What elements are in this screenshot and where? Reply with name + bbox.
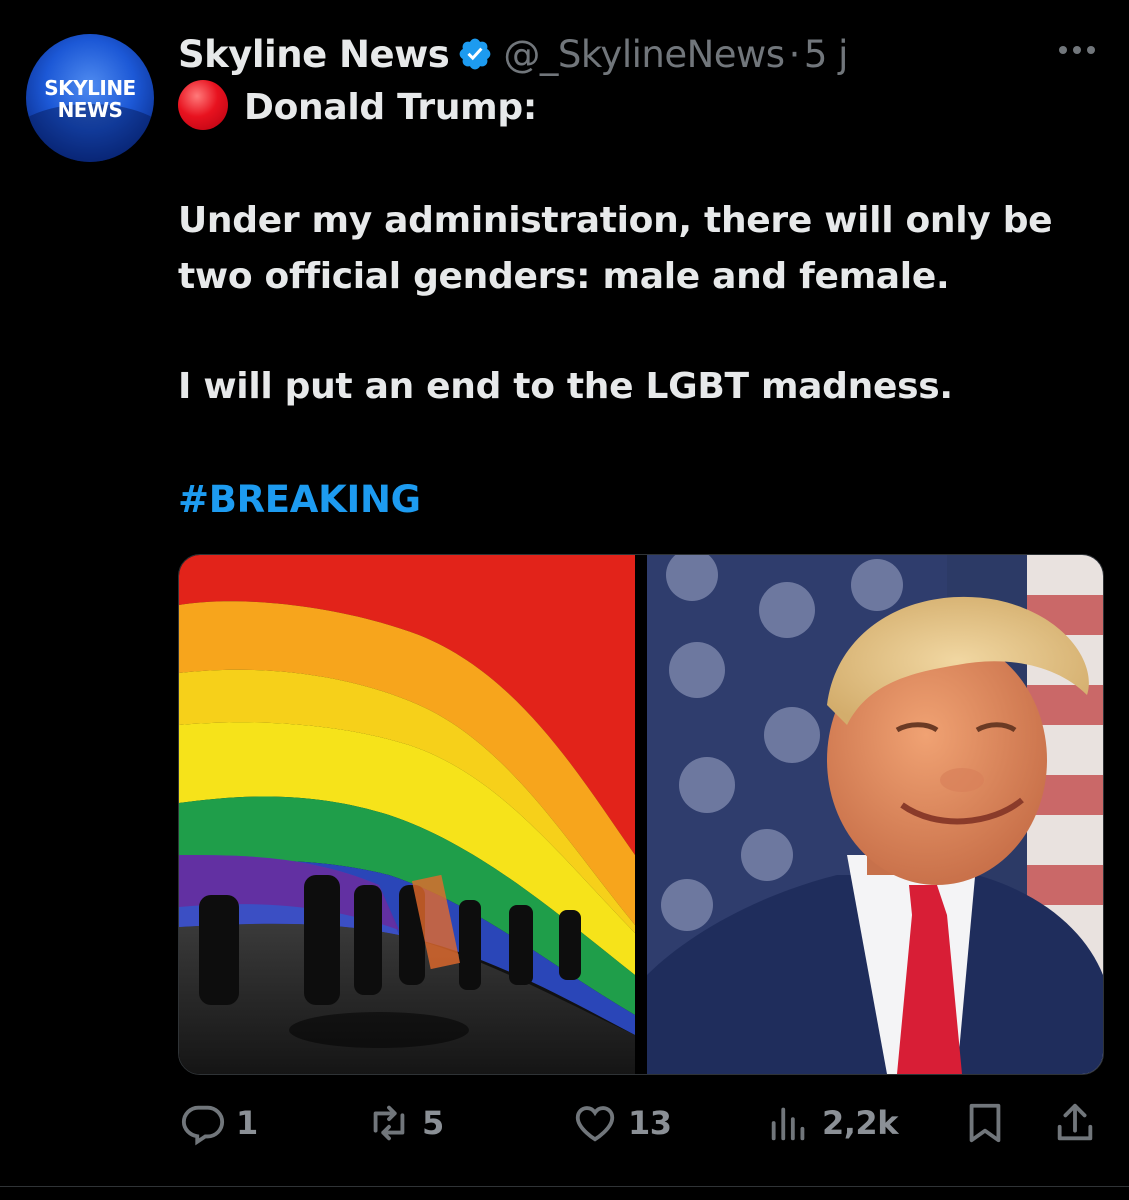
tweet-text-line-2: Under my administration, there will only… xyxy=(178,200,1053,241)
verified-badge-icon xyxy=(459,38,491,70)
author-avatar[interactable]: SKYLINE NEWS xyxy=(26,34,154,162)
reply-button[interactable]: 1 xyxy=(180,1098,258,1148)
bookmark-button[interactable] xyxy=(962,1098,1008,1148)
header-separator: · xyxy=(788,32,801,76)
share-button[interactable] xyxy=(1052,1098,1098,1148)
avatar-logo-text: SKYLINE NEWS xyxy=(44,76,136,122)
media-image-portrait[interactable] xyxy=(647,555,1103,1074)
tweet-timestamp[interactable]: 5 j xyxy=(804,33,849,76)
reply-bubble-icon xyxy=(181,1105,225,1146)
like-button[interactable]: 13 xyxy=(572,1098,672,1148)
tweet-divider xyxy=(0,1186,1129,1187)
tweet-text-line-3: two official genders: male and female. xyxy=(178,256,950,297)
share-upload-icon xyxy=(1057,1103,1093,1141)
bar-chart-icon xyxy=(771,1107,805,1141)
tweet-text-speaker: Donald Trump: xyxy=(244,87,537,128)
media-image-rainbow-flag[interactable] xyxy=(179,555,635,1074)
repost-count: 5 xyxy=(422,1104,444,1142)
reply-count: 1 xyxy=(236,1104,258,1142)
views-button[interactable]: 2,2k xyxy=(766,1098,898,1148)
tweet-text-line-4: I will put an end to the LGBT madness. xyxy=(178,366,953,407)
tweet-media[interactable] xyxy=(178,554,1104,1075)
tweet-card[interactable]: SKYLINE NEWS Skyline News @_SkylineNews … xyxy=(0,0,1129,1186)
repost-button[interactable]: 5 xyxy=(366,1098,444,1148)
views-count: 2,2k xyxy=(822,1104,898,1142)
bookmark-icon xyxy=(969,1103,1001,1143)
author-handle[interactable]: @_SkylineNews xyxy=(503,33,785,76)
tweet-text-line-1: Donald Trump: xyxy=(178,80,537,134)
like-count: 13 xyxy=(628,1104,672,1142)
author-display-name[interactable]: Skyline News xyxy=(178,33,450,76)
hashtag-link[interactable]: #BREAKING xyxy=(178,478,421,521)
more-dots-icon[interactable] xyxy=(1056,40,1098,60)
tweet-header: Skyline News @_SkylineNews · 5 j xyxy=(178,26,848,82)
red-circle-emoji xyxy=(178,80,228,130)
heart-icon xyxy=(575,1106,615,1142)
repost-arrows-icon xyxy=(373,1105,405,1141)
